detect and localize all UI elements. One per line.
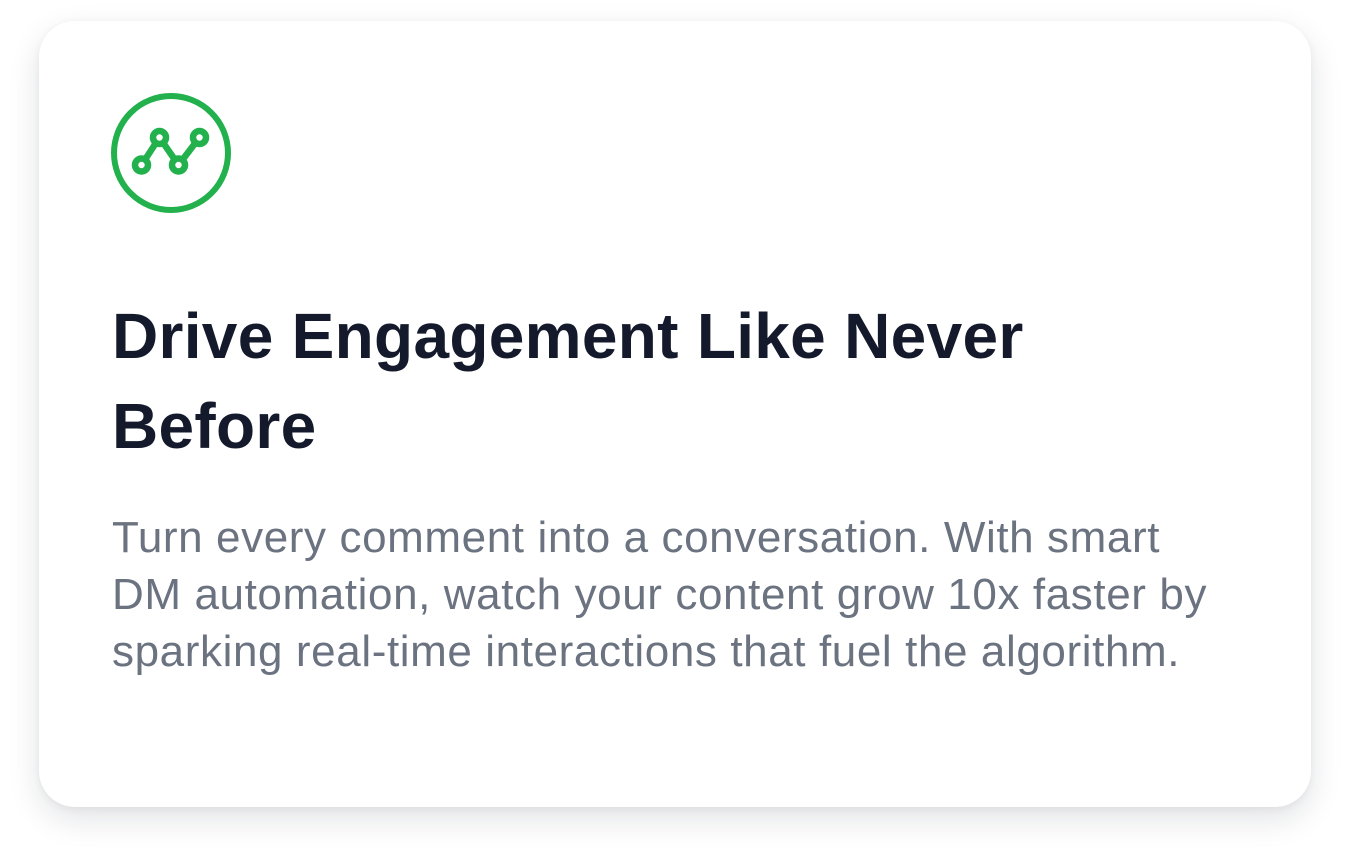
card-description: Turn every comment into a conversation. … bbox=[112, 513, 1208, 676]
feature-card: Drive Engagement Like Never Before Turn … bbox=[39, 21, 1311, 807]
card-title: Drive Engagement Like Never Before bbox=[112, 300, 1024, 462]
trend-line-circle-icon bbox=[110, 92, 232, 214]
